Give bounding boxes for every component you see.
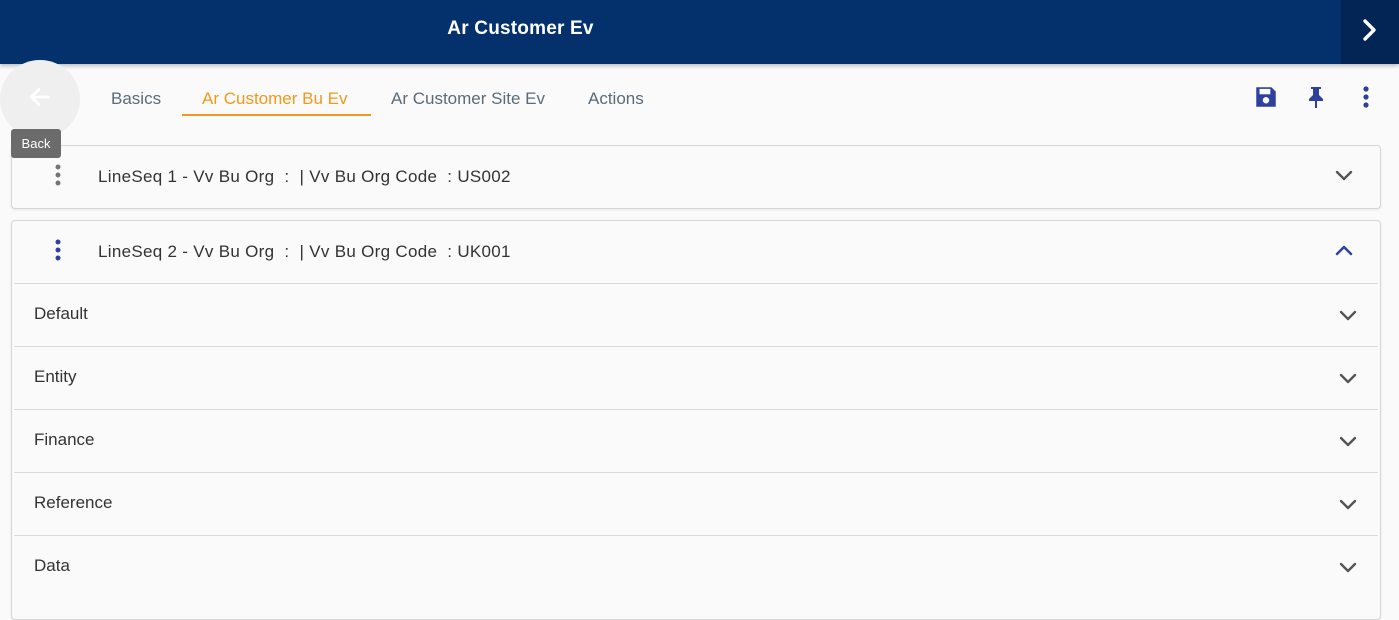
chevron-down-icon: [1336, 555, 1360, 579]
line-title: LineSeq 1 - Vv Bu Org : | Vv Bu Org Code…: [98, 167, 511, 186]
line-panel-header[interactable]: LineSeq 1 - Vv Bu Org : | Vv Bu Org Code…: [12, 146, 1380, 208]
section-entity[interactable]: Entity: [14, 346, 1378, 409]
section-finance[interactable]: Finance: [14, 409, 1378, 472]
chevron-up-icon: [1335, 243, 1353, 261]
tab-actions[interactable]: Actions: [588, 80, 644, 116]
chevron-down-icon: [1336, 492, 1360, 516]
section-label: Default: [34, 304, 88, 323]
back-tooltip: Back: [11, 129, 61, 158]
tab-ar-customer-bu-ev[interactable]: Ar Customer Bu Ev: [182, 80, 371, 116]
section-data[interactable]: Data: [14, 535, 1378, 598]
section-reference[interactable]: Reference: [14, 472, 1378, 535]
chevron-down-icon: [1336, 366, 1360, 390]
pin-icon: [1304, 84, 1328, 115]
more-vert-icon: [54, 238, 62, 267]
tab-basics[interactable]: Basics: [111, 80, 161, 116]
save-icon: [1253, 84, 1279, 115]
chevron-down-icon: [1336, 303, 1360, 327]
chevron-down-icon: [1335, 168, 1353, 186]
save-button[interactable]: [1251, 84, 1281, 114]
section-default[interactable]: Default: [14, 283, 1378, 346]
section-label: Entity: [34, 367, 77, 386]
line-menu-button[interactable]: [46, 239, 70, 265]
tab-ar-customer-site-ev[interactable]: Ar Customer Site Ev: [391, 80, 545, 116]
more-vert-icon: [54, 163, 62, 192]
line-menu-button[interactable]: [46, 164, 70, 190]
next-button[interactable]: [1341, 0, 1399, 64]
chevron-right-icon: [1360, 18, 1380, 47]
line-title: LineSeq 2 - Vv Bu Org : | Vv Bu Org Code…: [98, 242, 511, 261]
section-label: Finance: [34, 430, 95, 449]
expand-button[interactable]: [1332, 165, 1356, 189]
section-label: Data: [34, 556, 70, 575]
tab-bar: Basics Ar Customer Bu Ev Ar Customer Sit…: [0, 80, 700, 116]
app-header: Ar Customer Ev: [0, 0, 1399, 64]
line-panel-header[interactable]: LineSeq 2 - Vv Bu Org : | Vv Bu Org Code…: [12, 221, 1380, 283]
pin-button[interactable]: [1301, 84, 1331, 114]
line-panel-1: LineSeq 1 - Vv Bu Org : | Vv Bu Org Code…: [11, 145, 1381, 209]
chevron-down-icon: [1336, 429, 1360, 453]
more-vert-icon: [1362, 85, 1370, 114]
page-title: Ar Customer Ev: [447, 18, 594, 39]
section-label: Reference: [34, 493, 113, 512]
line-panel-2: LineSeq 2 - Vv Bu Org : | Vv Bu Org Code…: [11, 220, 1381, 620]
more-options-button[interactable]: [1351, 84, 1381, 114]
collapse-button[interactable]: [1332, 240, 1356, 264]
